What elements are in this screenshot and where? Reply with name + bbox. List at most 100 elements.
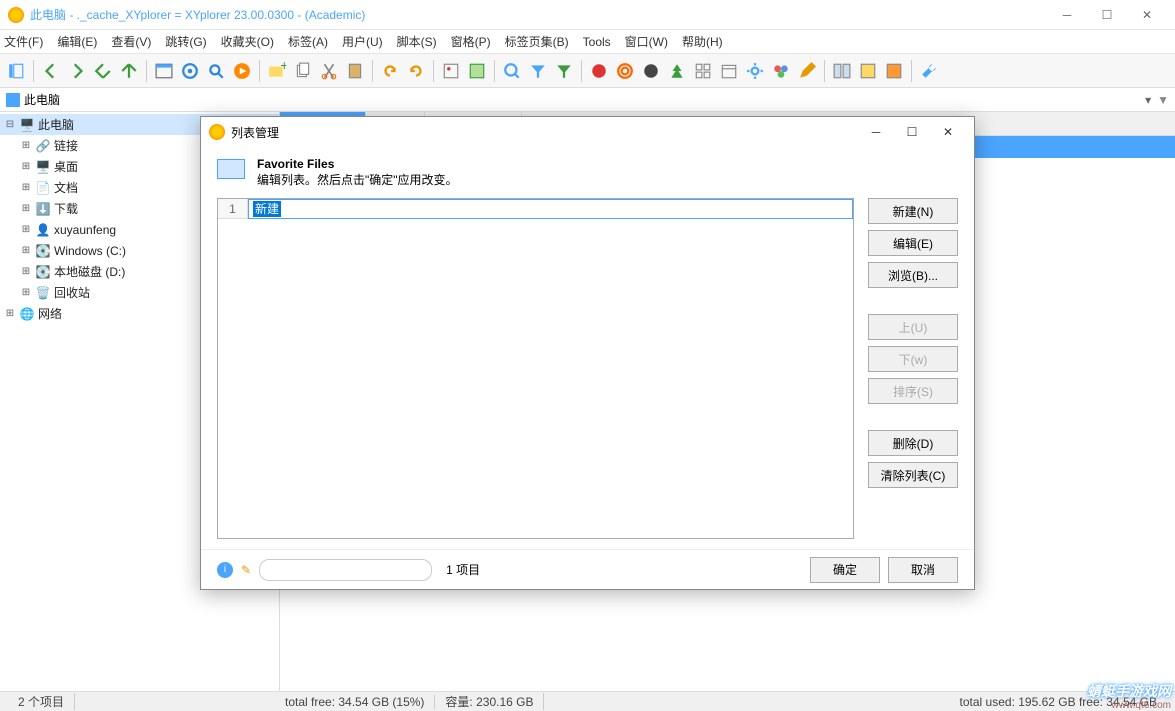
tool-pencil-icon[interactable] bbox=[795, 59, 819, 83]
down-button[interactable]: 下(w) bbox=[868, 346, 958, 372]
toggle-tree-icon[interactable] bbox=[4, 59, 28, 83]
status-items: 2 个项目 bbox=[8, 693, 75, 710]
tool-redo-icon[interactable] bbox=[404, 59, 428, 83]
menu-tabsets[interactable]: 标签页集(B) bbox=[505, 33, 569, 50]
menu-bar: 文件(F) 编辑(E) 查看(V) 跳转(G) 收藏夹(O) 标签(A) 用户(… bbox=[0, 30, 1175, 54]
back-button[interactable] bbox=[39, 59, 63, 83]
tool-dark-icon[interactable] bbox=[639, 59, 663, 83]
info-icon[interactable]: i bbox=[217, 562, 233, 578]
tree-expander-icon[interactable]: ⊞ bbox=[20, 287, 32, 298]
menu-favorites[interactable]: 收藏夹(O) bbox=[221, 33, 274, 50]
tool-target-icon[interactable] bbox=[178, 59, 202, 83]
menu-user[interactable]: 用户(U) bbox=[342, 33, 383, 50]
recent-button[interactable] bbox=[91, 59, 115, 83]
tree-expander-icon[interactable]: ⊞ bbox=[20, 203, 32, 214]
address-filter-icon[interactable]: ▼ bbox=[1157, 93, 1169, 107]
watermark-brand: 蜻蜓手游戏网 bbox=[1087, 681, 1171, 701]
dialog-search-input[interactable] bbox=[259, 559, 432, 581]
menu-edit[interactable]: 编辑(E) bbox=[57, 33, 97, 50]
address-dropdown-icon[interactable]: ▾ bbox=[1139, 93, 1157, 107]
tool-pane2-icon[interactable] bbox=[882, 59, 906, 83]
menu-window[interactable]: 窗口(W) bbox=[625, 33, 668, 50]
menu-view[interactable]: 查看(V) bbox=[111, 33, 151, 50]
computer-icon: 🖥️ bbox=[19, 117, 35, 133]
tool-panes-icon[interactable] bbox=[830, 59, 854, 83]
dialog-minimize-button[interactable]: ─ bbox=[858, 119, 894, 145]
tree-expander-icon[interactable]: ⊞ bbox=[20, 245, 32, 256]
tool-filter2-icon[interactable] bbox=[552, 59, 576, 83]
browse-button[interactable]: 浏览(B)... bbox=[868, 262, 958, 288]
tool-cut-icon[interactable] bbox=[317, 59, 341, 83]
toolbar: + bbox=[0, 54, 1175, 88]
cancel-button[interactable]: 取消 bbox=[888, 557, 958, 583]
tool-pane-icon[interactable] bbox=[152, 59, 176, 83]
tool-select-icon[interactable] bbox=[465, 59, 489, 83]
menu-file[interactable]: 文件(F) bbox=[4, 33, 43, 50]
dialog-close-button[interactable]: ✕ bbox=[930, 119, 966, 145]
tool-pane1-icon[interactable] bbox=[856, 59, 880, 83]
close-button[interactable]: ✕ bbox=[1127, 1, 1167, 29]
menu-tools[interactable]: Tools bbox=[583, 35, 611, 49]
dialog-item-count: 1 项目 bbox=[446, 561, 480, 578]
watermark-url: www.qt6.com bbox=[1112, 700, 1171, 711]
new-button[interactable]: 新建(N) bbox=[868, 198, 958, 224]
tool-newfolder-icon[interactable]: + bbox=[265, 59, 289, 83]
tool-paste-icon[interactable] bbox=[343, 59, 367, 83]
dialog-header: Favorite Files 编辑列表。然后点击"确定"应用改变。 bbox=[201, 147, 974, 198]
tool-undo-icon[interactable] bbox=[378, 59, 402, 83]
tree-expander-icon[interactable]: ⊞ bbox=[20, 266, 32, 277]
dialog-footer: i ✎ 1 项目 确定 取消 bbox=[201, 549, 974, 589]
ok-button[interactable]: 确定 bbox=[810, 557, 880, 583]
network-icon: 🌐 bbox=[19, 306, 35, 322]
clear-button[interactable]: 清除列表(C) bbox=[868, 462, 958, 488]
tool-wrench-icon[interactable] bbox=[917, 59, 941, 83]
tool-calendar-icon[interactable] bbox=[717, 59, 741, 83]
up-button[interactable]: 上(U) bbox=[868, 314, 958, 340]
sort-button[interactable]: 排序(S) bbox=[868, 378, 958, 404]
dialog-subtitle: 编辑列表。然后点击"确定"应用改变。 bbox=[257, 173, 458, 187]
up-button[interactable] bbox=[117, 59, 141, 83]
delete-button[interactable]: 删除(D) bbox=[868, 430, 958, 456]
minimize-button[interactable]: ─ bbox=[1047, 1, 1087, 29]
tool-grid-icon[interactable] bbox=[691, 59, 715, 83]
dialog-maximize-button[interactable]: ☐ bbox=[894, 119, 930, 145]
download-icon: ⬇️ bbox=[35, 201, 51, 217]
drive-icon: 💽 bbox=[35, 264, 51, 280]
tool-spiral-icon[interactable] bbox=[613, 59, 637, 83]
menu-scripts[interactable]: 脚本(S) bbox=[397, 33, 437, 50]
tool-tree-icon[interactable] bbox=[665, 59, 689, 83]
tool-search-icon[interactable] bbox=[204, 59, 228, 83]
tool-filter-icon[interactable] bbox=[526, 59, 550, 83]
tree-expander-icon[interactable]: ⊞ bbox=[20, 182, 32, 193]
desktop-icon: 🖥️ bbox=[35, 159, 51, 175]
list-manager-dialog: 列表管理 ─ ☐ ✕ Favorite Files 编辑列表。然后点击"确定"应… bbox=[200, 116, 975, 590]
tool-color-icon[interactable] bbox=[769, 59, 793, 83]
menu-goto[interactable]: 跳转(G) bbox=[165, 33, 206, 50]
maximize-button[interactable]: ☐ bbox=[1087, 1, 1127, 29]
list-row[interactable]: 1 新建 bbox=[218, 199, 853, 219]
tree-expander-icon[interactable]: ⊞ bbox=[20, 161, 32, 172]
menu-tags[interactable]: 标签(A) bbox=[288, 33, 328, 50]
dialog-list[interactable]: 1 新建 bbox=[217, 198, 854, 539]
pencil-icon[interactable]: ✎ bbox=[241, 563, 251, 577]
tool-copy-icon[interactable] bbox=[291, 59, 315, 83]
menu-help[interactable]: 帮助(H) bbox=[682, 33, 723, 50]
row-value-input[interactable]: 新建 bbox=[248, 199, 853, 219]
edit-button[interactable]: 编辑(E) bbox=[868, 230, 958, 256]
tool-find-icon[interactable] bbox=[500, 59, 524, 83]
tool-gear-icon[interactable] bbox=[743, 59, 767, 83]
tree-expander-icon[interactable]: ⊟ bbox=[4, 119, 16, 130]
dialog-app-icon bbox=[209, 124, 225, 140]
address-text[interactable]: 此电脑 bbox=[24, 91, 1139, 108]
link-icon: 🔗 bbox=[35, 138, 51, 154]
tree-expander-icon[interactable]: ⊞ bbox=[20, 224, 32, 235]
tool-red-icon[interactable] bbox=[587, 59, 611, 83]
favorites-icon bbox=[217, 159, 245, 179]
tree-expander-icon[interactable]: ⊞ bbox=[4, 308, 16, 319]
tool-play-icon[interactable] bbox=[230, 59, 254, 83]
menu-panes[interactable]: 窗格(P) bbox=[451, 33, 491, 50]
forward-button[interactable] bbox=[65, 59, 89, 83]
tree-expander-icon[interactable]: ⊞ bbox=[20, 140, 32, 151]
tool-preview-icon[interactable] bbox=[439, 59, 463, 83]
status-capacity: 容量: 230.16 GB bbox=[435, 693, 544, 710]
